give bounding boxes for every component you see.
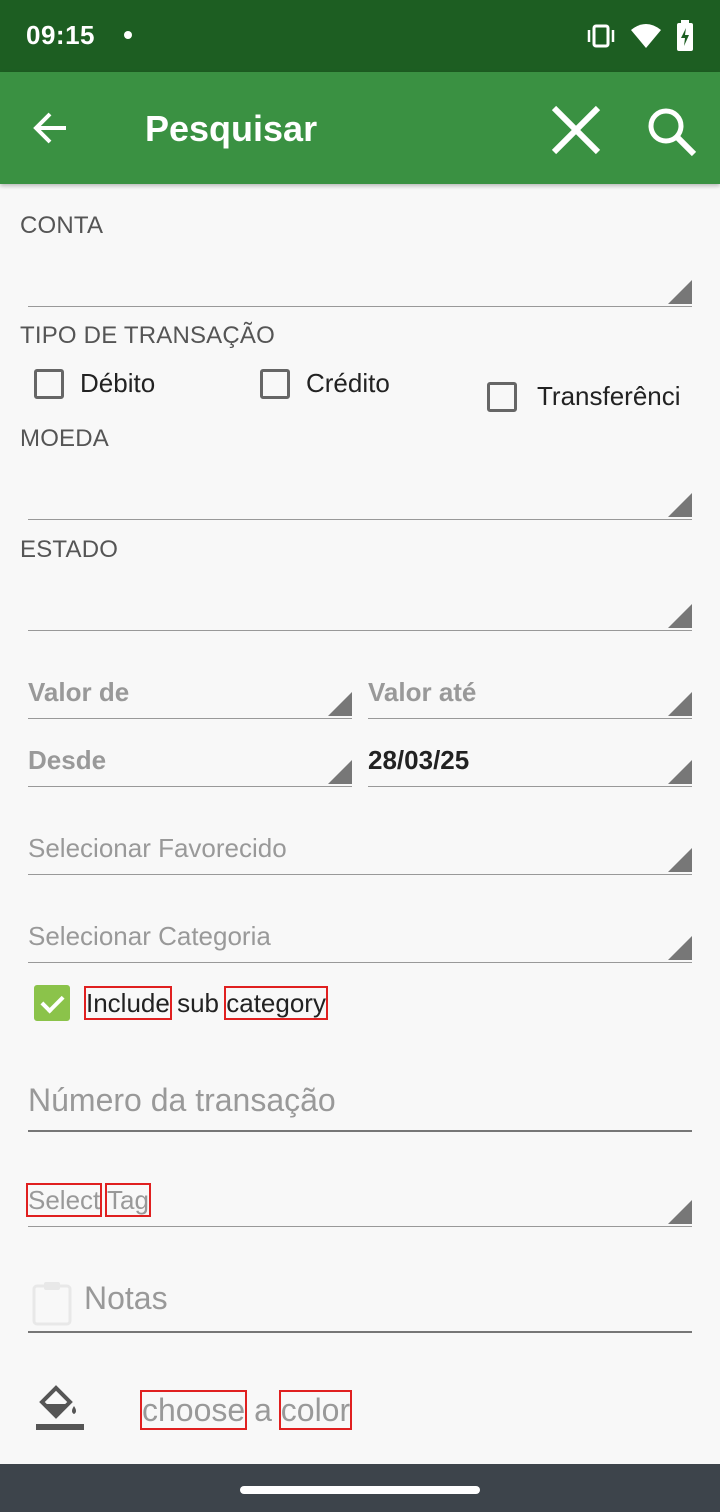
back-arrow-icon[interactable] xyxy=(30,108,82,148)
system-nav-bar xyxy=(0,1464,720,1512)
color-word: color xyxy=(278,1390,353,1430)
dropdown-triangle-icon xyxy=(668,280,692,304)
status-bar: 09:15 xyxy=(0,0,720,72)
categoria-placeholder: Selecionar Categoria xyxy=(28,921,271,951)
numero-transacao-input[interactable]: Número da transação xyxy=(28,1072,692,1132)
dropdown-triangle-icon xyxy=(328,760,352,784)
dropdown-triangle-icon xyxy=(668,604,692,628)
checkbox-debito-label: Débito xyxy=(80,368,156,398)
tag-spinner[interactable]: Select Tag xyxy=(25,1176,692,1227)
checkbox-debito[interactable]: Débito xyxy=(34,368,155,399)
dropdown-triangle-icon xyxy=(668,1200,692,1224)
dropdown-triangle-icon xyxy=(668,760,692,784)
date-spinner[interactable]: 28/03/25 xyxy=(368,736,692,787)
estado-label: ESTADO xyxy=(20,536,119,563)
app-bar: Pesquisar xyxy=(0,72,720,184)
checkbox-transferencia-label: Transferênci xyxy=(537,381,681,411)
status-time: 09:15 xyxy=(26,20,95,50)
checkbox-credito[interactable]: Crédito xyxy=(260,368,390,399)
notification-dot-icon xyxy=(124,31,132,39)
valor-de-label: Valor de xyxy=(28,677,130,707)
include-sub-category-checkbox[interactable]: Include sub category xyxy=(34,985,328,1021)
include-sub-category-label: Include sub category xyxy=(84,985,328,1020)
checkbox-icon[interactable] xyxy=(260,368,290,399)
dropdown-triangle-icon xyxy=(668,493,692,517)
desde-spinner[interactable]: Desde xyxy=(28,736,352,787)
checkbox-credito-label: Crédito xyxy=(306,368,390,398)
dropdown-triangle-icon xyxy=(328,692,352,716)
categoria-spinner[interactable]: Selecionar Categoria xyxy=(28,912,692,963)
include-word: Include xyxy=(84,985,172,1020)
dropdown-triangle-icon xyxy=(668,848,692,872)
search-icon[interactable] xyxy=(644,104,700,160)
notas-placeholder: Notas xyxy=(84,1280,168,1316)
wifi-icon xyxy=(630,20,662,57)
close-icon[interactable] xyxy=(548,102,604,158)
checkbox-transferencia[interactable]: Transferênci xyxy=(487,381,681,412)
moeda-label: MOEDA xyxy=(20,425,110,452)
battery-icon xyxy=(676,20,694,57)
select-word: Select xyxy=(25,1183,103,1217)
valor-de-spinner[interactable]: Valor de xyxy=(28,668,352,719)
estado-spinner[interactable] xyxy=(28,580,692,631)
paint-bucket-icon[interactable] xyxy=(34,1380,86,1437)
date-value: 28/03/25 xyxy=(368,745,470,775)
valor-ate-spinner[interactable]: Valor até xyxy=(368,668,692,719)
vibrate-icon xyxy=(586,20,616,57)
tipo-transacao-label: TIPO DE TRANSAÇÃO xyxy=(20,322,276,349)
page-title: Pesquisar xyxy=(145,108,318,149)
notas-input[interactable]: Notas xyxy=(28,1270,692,1333)
a-word: a xyxy=(254,1392,272,1428)
checkbox-icon[interactable] xyxy=(34,368,64,399)
conta-spinner[interactable] xyxy=(28,256,692,307)
favorecido-spinner[interactable]: Selecionar Favorecido xyxy=(28,824,692,875)
select-tag-placeholder: Select Tag xyxy=(25,1183,151,1217)
dropdown-triangle-icon xyxy=(668,692,692,716)
choose-color-row[interactable]: choose a color xyxy=(34,1378,692,1438)
checkbox-icon[interactable] xyxy=(487,381,517,412)
numero-transacao-placeholder: Número da transação xyxy=(28,1082,336,1118)
dropdown-triangle-icon xyxy=(668,936,692,960)
favorecido-placeholder: Selecionar Favorecido xyxy=(28,833,287,863)
desde-label: Desde xyxy=(28,745,107,775)
category-word: category xyxy=(224,985,328,1020)
valor-ate-label: Valor até xyxy=(368,677,477,707)
checkbox-checked-icon[interactable] xyxy=(34,985,70,1021)
home-gesture-handle[interactable] xyxy=(240,1486,480,1494)
choose-word: choose xyxy=(139,1390,248,1430)
tag-word: Tag xyxy=(105,1183,151,1217)
clipboard-icon xyxy=(30,1280,74,1331)
choose-color-label: choose a color xyxy=(139,1390,353,1430)
conta-label: CONTA xyxy=(20,212,104,239)
moeda-spinner[interactable] xyxy=(28,469,692,520)
status-icons xyxy=(586,20,696,52)
sub-word: sub xyxy=(177,987,219,1018)
